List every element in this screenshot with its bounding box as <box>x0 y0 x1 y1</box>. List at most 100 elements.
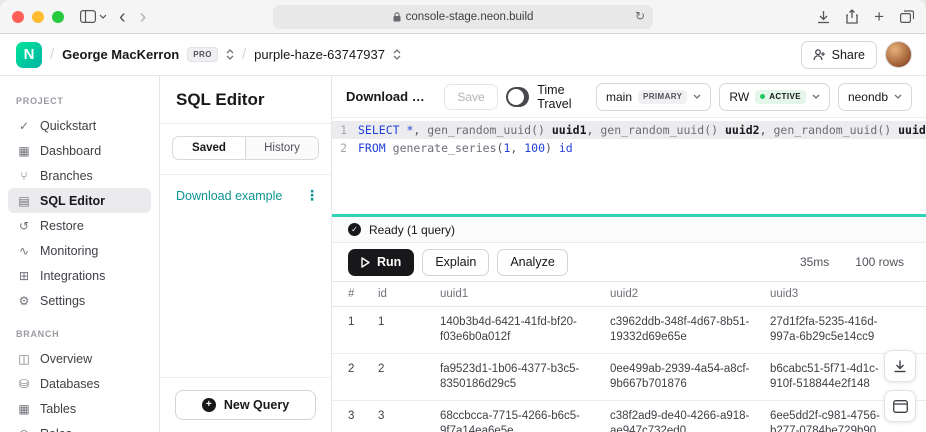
column-header: uuid2 <box>610 288 770 300</box>
roles-icon: ◉ <box>17 427 31 432</box>
sidebar-item-sql-editor[interactable]: ▤ SQL Editor <box>8 188 151 213</box>
sidebar-item-label: Roles <box>40 427 72 432</box>
primary-badge: PRIMARY <box>638 90 687 104</box>
tab-overview-icon[interactable] <box>900 10 914 23</box>
query-title: Download exam... <box>346 89 430 104</box>
open-window-button[interactable] <box>884 390 916 422</box>
table-cell: 0ee499ab-2939-4a54-a8cf-9b667b701876 <box>610 354 770 400</box>
zoom-window-button[interactable] <box>52 11 64 23</box>
table-cell: fa9523d1-1b06-4377-b3c5-8350186d29c5 <box>440 354 610 400</box>
sidebar-item-integrations[interactable]: ⊞ Integrations <box>8 263 151 288</box>
chevron-down-icon <box>693 94 701 99</box>
integrations-icon: ⊞ <box>17 269 31 283</box>
sidebar-item-settings[interactable]: ⚙Settings <box>8 288 151 313</box>
close-window-button[interactable] <box>12 11 24 23</box>
time-travel-label: Time Travel <box>537 83 582 111</box>
sidebar-toggle-icon[interactable] <box>80 10 107 23</box>
table-row[interactable]: 22fa9523d1-1b06-4377-b3c5-8350186d29c50e… <box>332 354 926 401</box>
sidebar-item-label: Branches <box>40 169 93 183</box>
ready-check-icon: ✓ <box>348 223 361 236</box>
refresh-icon[interactable]: ↻ <box>635 9 645 23</box>
org-switcher-icon[interactable] <box>226 49 234 60</box>
editor-line[interactable]: 1SELECT *, gen_random_uuid() uuid1, gen_… <box>332 121 926 139</box>
forward-button[interactable]: › <box>138 7 149 27</box>
avatar[interactable] <box>885 41 912 68</box>
explain-button[interactable]: Explain <box>422 249 489 276</box>
database-select[interactable]: neondb <box>838 83 912 111</box>
sidebar-item-databases[interactable]: ⛁Databases <box>8 371 151 396</box>
sidebar-item-quickstart[interactable]: ✓Quickstart <box>8 113 151 138</box>
query-status-bar: ✓ Ready (1 query) <box>332 217 926 243</box>
sidebar-item-monitoring[interactable]: ∿Monitoring <box>8 238 151 263</box>
sql-editor[interactable]: 1SELECT *, gen_random_uuid() uuid1, gen_… <box>332 118 926 214</box>
new-query-label: New Query <box>224 398 289 412</box>
line-number: 1 <box>332 121 358 139</box>
person-icon <box>813 49 826 61</box>
run-button[interactable]: Run <box>348 249 414 276</box>
new-tab-icon[interactable]: + <box>874 8 884 25</box>
gear-icon: ⚙ <box>17 294 31 308</box>
time-travel-toggle[interactable] <box>506 87 529 107</box>
analyze-button[interactable]: Analyze <box>497 249 567 276</box>
org-name[interactable]: George MacKerron <box>62 47 179 62</box>
table-row[interactable]: 11140b3b4d-6421-41fd-bf20-f03e6b0a012fc3… <box>332 307 926 354</box>
browser-chrome: ‹ › console-stage.neon.build ↻ + <box>0 0 926 34</box>
database-select-value: neondb <box>848 90 888 104</box>
editor-line[interactable]: 2FROM generate_series(1, 100) id <box>332 139 926 157</box>
url-bar[interactable]: console-stage.neon.build ↻ <box>273 5 653 29</box>
branch-icon: ⑂ <box>17 169 31 183</box>
dashboard-icon: ▦ <box>17 144 31 158</box>
download-results-button[interactable] <box>884 350 916 382</box>
back-button[interactable]: ‹ <box>117 7 128 27</box>
branch-select[interactable]: main PRIMARY <box>596 83 711 111</box>
compute-select[interactable]: RW ACTIVE <box>719 83 830 111</box>
column-header: uuid3 <box>770 288 910 300</box>
row-count: 100 rows <box>855 255 904 269</box>
tab-saved[interactable]: Saved <box>173 137 246 159</box>
sidebar-item-overview[interactable]: ◫Overview <box>8 346 151 371</box>
minimize-window-button[interactable] <box>32 11 44 23</box>
sidebar-item-branches[interactable]: ⑂ Branches <box>8 163 151 188</box>
share-icon[interactable] <box>846 9 858 24</box>
table-cell: 27d1f2fa-5235-416d-997a-6b29c5e14cc9 <box>770 307 910 353</box>
table-cell: 2 <box>348 354 378 385</box>
floating-actions <box>884 350 916 422</box>
saved-query-name: Download example <box>176 189 282 203</box>
sidebar-section-label: BRANCH <box>16 329 143 339</box>
table-cell: 1 <box>378 307 440 338</box>
neon-logo[interactable]: N <box>16 42 42 68</box>
new-query-button[interactable]: + New Query <box>175 390 316 420</box>
chevron-down-icon <box>894 94 902 99</box>
project-name[interactable]: purple-haze-63747937 <box>254 47 385 62</box>
sidebar-item-tables[interactable]: ▦Tables <box>8 396 151 421</box>
sql-editor-icon: ▤ <box>17 194 31 208</box>
share-button[interactable]: Share <box>801 41 877 69</box>
main-area: Download exam... Save Time Travel main P… <box>332 76 926 432</box>
downloads-icon[interactable] <box>817 10 830 24</box>
editor-toolbar: Download exam... Save Time Travel main P… <box>332 76 926 118</box>
table-row[interactable]: 3368ccbcca-7715-4266-b6c5-9f7a14ea6e5ec3… <box>332 401 926 432</box>
pro-badge: PRO <box>187 47 218 62</box>
save-button[interactable]: Save <box>444 84 497 110</box>
sidebar-item-roles[interactable]: ◉ Roles <box>8 421 151 432</box>
sidebar-item-dashboard[interactable]: ▦Dashboard <box>8 138 151 163</box>
sidebar-item-label: SQL Editor <box>40 194 105 208</box>
tab-history[interactable]: History <box>246 137 318 159</box>
browser-window: ‹ › console-stage.neon.build ↻ + N / Geo… <box>0 0 926 432</box>
page-title: SQL Editor <box>176 90 315 110</box>
kebab-menu-icon[interactable]: ⋮ <box>305 187 319 204</box>
column-header: id <box>378 288 440 300</box>
table-cell: 3 <box>378 401 440 432</box>
query-panel: SQL Editor SavedHistory Download example… <box>160 76 332 432</box>
results-table: #iduuid1uuid2uuid3 11140b3b4d-6421-41fd-… <box>332 281 926 432</box>
sidebar-item-label: Tables <box>40 402 76 416</box>
sidebar-item-label: Overview <box>40 352 92 366</box>
sidebar-item-restore[interactable]: ↺Restore <box>8 213 151 238</box>
table-cell: 2 <box>378 354 440 385</box>
active-badge: ACTIVE <box>755 90 806 104</box>
saved-query-item[interactable]: Download example ⋮ <box>160 175 331 216</box>
table-cell: 140b3b4d-6421-41fd-bf20-f03e6b0a012f <box>440 307 610 353</box>
project-switcher-icon[interactable] <box>393 49 401 60</box>
sidebar-item-label: Integrations <box>40 269 105 283</box>
results-body: 11140b3b4d-6421-41fd-bf20-f03e6b0a012fc3… <box>332 307 926 432</box>
